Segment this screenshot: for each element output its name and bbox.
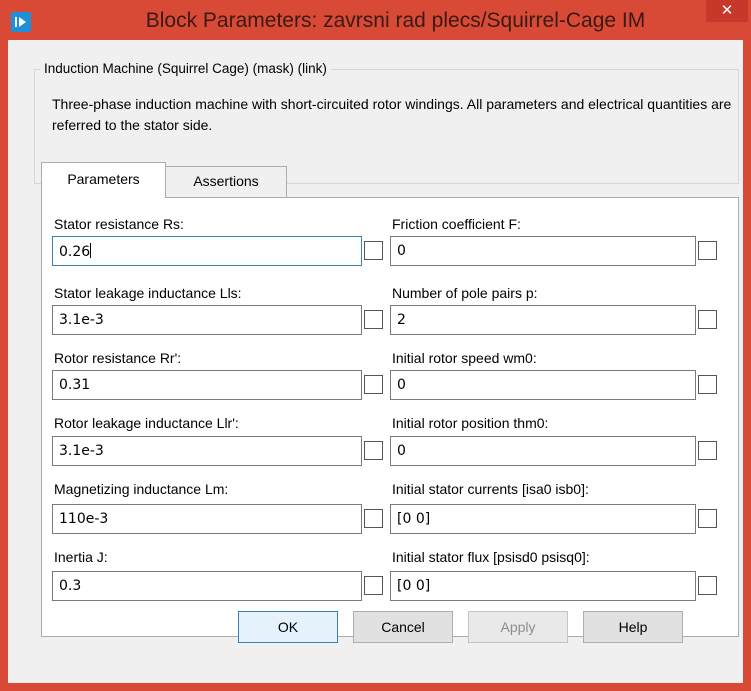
stator-resistance-label: Stator resistance Rs: — [54, 216, 184, 232]
initial-rotor-position-input[interactable]: 0 — [390, 436, 696, 466]
window-bottom-border — [8, 683, 743, 691]
pole-pairs-input[interactable]: 2 — [390, 305, 696, 335]
stator-leakage-inductance-input[interactable]: 3.1e-3 — [52, 305, 362, 335]
stator-leakage-inductance-label: Stator leakage inductance Lls: — [54, 285, 242, 301]
initial-stator-currents-label: Initial stator currents [isa0 isb0]: — [392, 481, 589, 497]
stator-resistance-checkbox[interactable] — [364, 241, 383, 260]
friction-coefficient-checkbox[interactable] — [698, 241, 717, 260]
close-button[interactable]: ✕ — [706, 0, 748, 22]
initial-rotor-speed-input[interactable]: 0 — [390, 370, 696, 400]
tab-parameters[interactable]: Parameters — [41, 162, 166, 198]
close-icon: ✕ — [720, 1, 734, 19]
initial-stator-flux-checkbox[interactable] — [698, 576, 717, 595]
title-bar[interactable]: Block Parameters: zavrsni rad plecs/Squi… — [0, 0, 751, 40]
dialog-client-area: Induction Machine (Squirrel Cage) (mask)… — [8, 40, 743, 683]
help-button[interactable]: Help — [583, 611, 683, 643]
rotor-leakage-inductance-label: Rotor leakage inductance Llr': — [54, 415, 239, 431]
ok-button[interactable]: OK — [238, 611, 338, 643]
initial-rotor-position-checkbox[interactable] — [698, 441, 717, 460]
inertia-checkbox[interactable] — [364, 576, 383, 595]
initial-rotor-speed-label: Initial rotor speed wm0: — [392, 350, 537, 366]
rotor-resistance-checkbox[interactable] — [364, 375, 383, 394]
stator-leakage-inductance-checkbox[interactable] — [364, 310, 383, 329]
inertia-label: Inertia J: — [54, 549, 108, 565]
magnetizing-inductance-input[interactable]: 110e-3 — [52, 504, 362, 534]
initial-stator-flux-label: Initial stator flux [psisd0 psisq0]: — [392, 549, 590, 565]
inertia-input[interactable]: 0.3 — [52, 571, 362, 601]
rotor-leakage-inductance-checkbox[interactable] — [364, 441, 383, 460]
pole-pairs-label: Number of pole pairs p: — [392, 285, 538, 301]
mask-type-label: Induction Machine (Squirrel Cage) (mask)… — [40, 61, 331, 76]
initial-stator-currents-input[interactable]: [0 0] — [390, 504, 696, 534]
initial-stator-currents-checkbox[interactable] — [698, 509, 717, 528]
mask-description: Three-phase induction machine with short… — [52, 96, 732, 133]
text-cursor — [90, 243, 92, 258]
initial-stator-flux-input[interactable]: [0 0] — [390, 571, 696, 601]
initial-rotor-speed-checkbox[interactable] — [698, 375, 717, 394]
tab-assertions[interactable]: Assertions — [166, 166, 287, 197]
magnetizing-inductance-label: Magnetizing inductance Lm: — [54, 481, 229, 497]
rotor-resistance-label: Rotor resistance Rr': — [54, 350, 182, 366]
dialog-window: Block Parameters: zavrsni rad plecs/Squi… — [0, 0, 751, 691]
initial-rotor-position-label: Initial rotor position thm0: — [392, 415, 549, 431]
window-title: Block Parameters: zavrsni rad plecs/Squi… — [145, 9, 646, 32]
rotor-leakage-inductance-input[interactable]: 3.1e-3 — [52, 436, 362, 466]
friction-coefficient-label: Friction coefficient F: — [392, 216, 521, 232]
rotor-resistance-input[interactable]: 0.31 — [52, 370, 362, 400]
apply-button[interactable]: Apply — [468, 611, 568, 643]
pole-pairs-checkbox[interactable] — [698, 310, 717, 329]
cancel-button[interactable]: Cancel — [353, 611, 453, 643]
friction-coefficient-input[interactable]: 0 — [390, 236, 696, 266]
magnetizing-inductance-checkbox[interactable] — [364, 509, 383, 528]
stator-resistance-input[interactable]: 0.26 — [52, 236, 362, 266]
